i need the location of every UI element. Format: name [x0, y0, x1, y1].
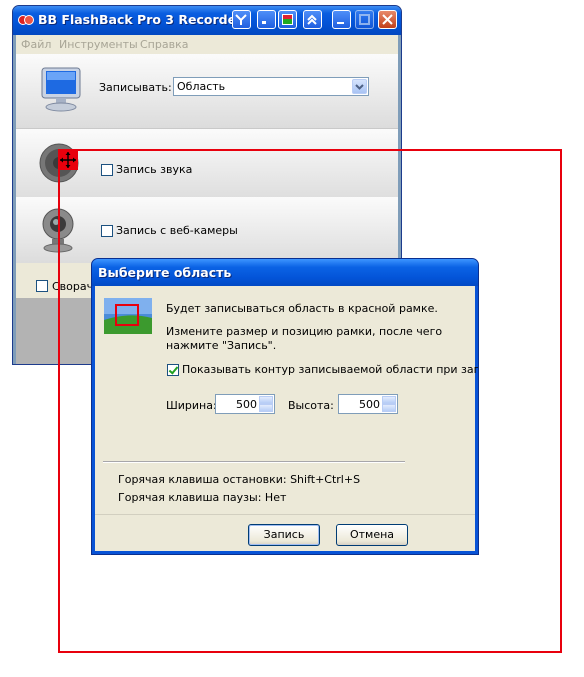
height-up-icon[interactable] — [382, 396, 396, 404]
dialog-body: Будет записываться область в красной рам… — [95, 286, 478, 551]
menu-file[interactable]: Файл — [21, 38, 51, 51]
height-value: 500 — [359, 398, 380, 411]
width-spin-buttons[interactable] — [259, 396, 273, 412]
close-button[interactable] — [378, 10, 397, 29]
show-outline-label: Показывать контур записываемой области п… — [182, 363, 479, 376]
dialog-info-line3: нажмите "Запись". — [166, 339, 277, 352]
menu-help[interactable]: Справка — [140, 38, 188, 51]
dialog-info-line1: Будет записываться область в красной рам… — [166, 302, 438, 315]
menu-bar: Файл Инструменты Справка — [16, 35, 398, 54]
width-up-icon[interactable] — [259, 396, 273, 404]
width-down-icon[interactable] — [259, 404, 273, 412]
toolbar-small-icon[interactable] — [257, 10, 276, 29]
app-icon — [18, 15, 34, 25]
record-label: Записывать: — [99, 81, 172, 94]
window-title: BB FlashBack Pro 3 Recorder — [38, 12, 243, 27]
record-mode-select[interactable]: Область — [173, 77, 369, 96]
minimize-button[interactable] — [332, 10, 351, 29]
height-spinner[interactable]: 500 — [338, 394, 398, 414]
dialog-title: Выберите область — [98, 265, 232, 280]
width-value: 500 — [236, 398, 257, 411]
hotkey-pause-text: Горячая клавиша паузы: Нет — [118, 491, 287, 504]
collapse-icon[interactable] — [303, 10, 322, 29]
move-handle[interactable] — [58, 150, 78, 170]
toolbar-image-icon[interactable] — [278, 10, 297, 29]
maximize-button[interactable] — [355, 10, 374, 29]
recorder-titlebar[interactable]: BB FlashBack Pro 3 Recorder — [13, 6, 401, 35]
cancel-button[interactable]: Отмена — [336, 524, 408, 546]
button-area-divider — [95, 514, 475, 515]
toolbar-mode-icon[interactable] — [232, 10, 251, 29]
record-button[interactable]: Запись — [248, 524, 320, 546]
dialog-separator — [103, 461, 405, 463]
menu-tools[interactable]: Инструменты — [59, 38, 138, 51]
region-preview-icon — [104, 298, 152, 334]
dialog-titlebar[interactable]: Выберите область — [92, 259, 478, 286]
record-mode-value: Область — [177, 80, 226, 93]
chevron-down-icon[interactable] — [352, 79, 367, 94]
height-down-icon[interactable] — [382, 404, 396, 412]
hotkey-stop-text: Горячая клавиша остановки: Shift+Ctrl+S — [118, 473, 361, 486]
height-label: Высота: — [288, 399, 334, 412]
height-spin-buttons[interactable] — [382, 396, 396, 412]
width-label: Ширина: — [166, 399, 217, 412]
move-arrows-icon — [60, 152, 76, 168]
width-spinner[interactable]: 500 — [215, 394, 275, 414]
show-outline-checkbox[interactable] — [167, 364, 179, 376]
dialog-info-line2: Измените размер и позицию рамки, после ч… — [166, 325, 443, 338]
minimize-checkbox[interactable] — [36, 280, 48, 292]
monitor-icon — [41, 67, 81, 112]
select-area-dialog: Выберите область Будет записываться обла… — [91, 258, 479, 555]
screen-band: Записывать: Область — [16, 54, 398, 129]
